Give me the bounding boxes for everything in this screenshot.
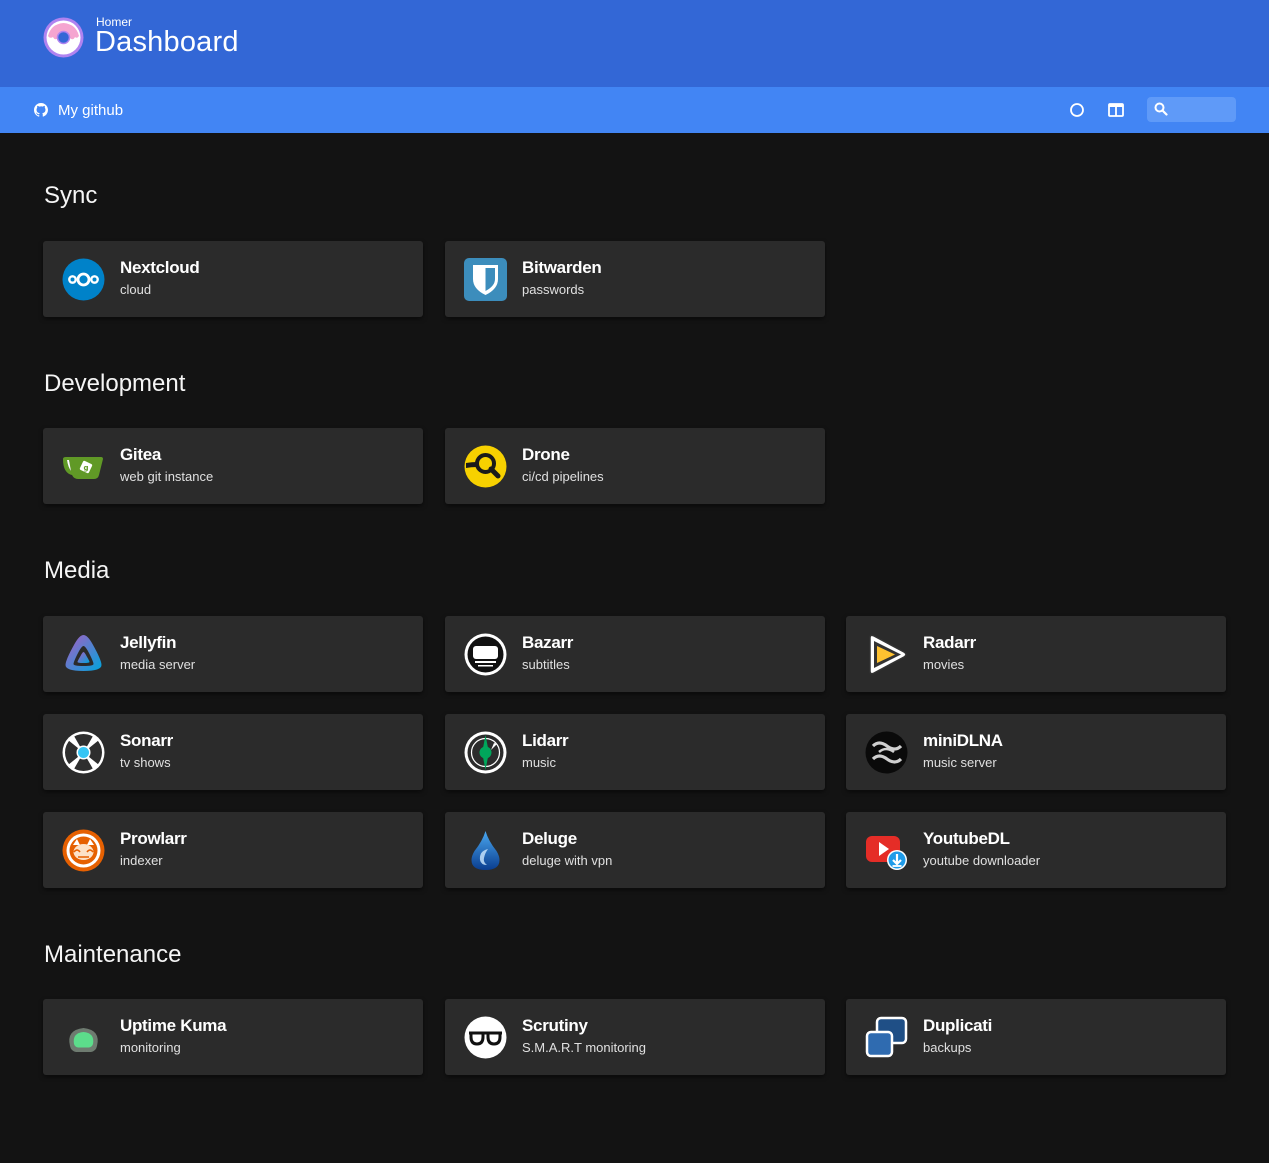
- sonarr-icon: [62, 731, 105, 774]
- service-name: Duplicati: [923, 1016, 993, 1035]
- service-name: Deluge: [522, 829, 577, 848]
- bazarr-icon: [464, 633, 507, 676]
- bitwarden-icon: [464, 258, 507, 301]
- duplicati-icon: [865, 1016, 908, 1059]
- github-link-label: My github: [58, 101, 124, 119]
- service-name: Bazarr: [522, 633, 574, 652]
- group-title-maintenance: Maintenance: [44, 941, 182, 968]
- search-box[interactable]: [1147, 97, 1236, 122]
- lidarr-icon: [464, 731, 507, 774]
- service-subtitle: media server: [120, 657, 196, 672]
- service-card-youtubedl[interactable]: YoutubeDL youtube downloader: [846, 812, 1226, 888]
- service-name: Sonarr: [120, 731, 173, 750]
- svg-text:g: g: [83, 464, 88, 472]
- service-card-jellyfin[interactable]: Jellyfin media server: [43, 616, 423, 692]
- youtubedl-icon: [865, 829, 908, 872]
- service-card-bazarr[interactable]: Bazarr subtitles: [445, 616, 825, 692]
- group-title-development: Development: [44, 370, 186, 397]
- service-card-deluge[interactable]: Deluge deluge with vpn: [445, 812, 825, 888]
- circle-icon: [1070, 103, 1084, 117]
- service-card-sonarr[interactable]: Sonarr tv shows: [43, 714, 423, 790]
- service-name: Uptime Kuma: [120, 1016, 227, 1035]
- service-subtitle: passwords: [522, 282, 585, 297]
- prowlarr-icon: [62, 829, 105, 872]
- service-card-duplicati[interactable]: Duplicati backups: [846, 999, 1226, 1075]
- uptime-kuma-icon: [62, 1016, 105, 1059]
- github-link[interactable]: My github: [34, 87, 123, 133]
- columns-icon: [1108, 103, 1124, 117]
- service-name: Lidarr: [522, 731, 569, 750]
- service-subtitle: music: [522, 755, 556, 770]
- service-subtitle: web git instance: [120, 469, 214, 484]
- drone-icon: [464, 445, 507, 488]
- service-name: Gitea: [120, 445, 162, 464]
- group-title-sync: Sync: [44, 182, 98, 209]
- service-card-nextcloud[interactable]: Nextcloud cloud: [43, 241, 423, 317]
- service-card-prowlarr[interactable]: Prowlarr indexer: [43, 812, 423, 888]
- search-icon: [1154, 102, 1168, 116]
- service-card-scrutiny[interactable]: Scrutiny S.M.A.R.T monitoring: [445, 999, 825, 1075]
- service-subtitle: tv shows: [120, 755, 171, 770]
- service-name: miniDLNA: [923, 731, 1003, 750]
- service-name: Drone: [522, 445, 570, 464]
- service-name: Jellyfin: [120, 633, 177, 652]
- minidlna-icon: [865, 731, 908, 774]
- service-name: Radarr: [923, 633, 977, 652]
- service-card-bitwarden[interactable]: Bitwarden passwords: [445, 241, 825, 317]
- service-name: Scrutiny: [522, 1016, 588, 1035]
- service-subtitle: backups: [923, 1040, 972, 1055]
- service-name: Bitwarden: [522, 258, 602, 277]
- service-card-gitea[interactable]: g Gitea web git instance: [43, 428, 423, 504]
- service-subtitle: indexer: [120, 853, 163, 868]
- group-title-media: Media: [44, 557, 110, 584]
- service-name: YoutubeDL: [923, 829, 1010, 848]
- service-subtitle: movies: [923, 657, 965, 672]
- service-card-drone[interactable]: Drone ci/cd pipelines: [445, 428, 825, 504]
- service-name: Nextcloud: [120, 258, 200, 277]
- nextcloud-icon: [62, 258, 105, 301]
- service-subtitle: monitoring: [120, 1040, 181, 1055]
- gitea-icon: g: [62, 445, 105, 488]
- service-card-lidarr[interactable]: Lidarr music: [445, 714, 825, 790]
- service-subtitle: music server: [923, 755, 997, 770]
- search-input[interactable]: [1173, 97, 1233, 122]
- service-subtitle: cloud: [120, 282, 152, 297]
- service-subtitle: youtube downloader: [923, 853, 1041, 868]
- service-subtitle: ci/cd pipelines: [522, 469, 604, 484]
- radarr-icon: [865, 633, 908, 676]
- service-subtitle: subtitles: [522, 657, 570, 672]
- service-card-radarr[interactable]: Radarr movies: [846, 616, 1226, 692]
- service-card-minidlna[interactable]: miniDLNA music server: [846, 714, 1226, 790]
- page-title: Dashboard: [95, 26, 239, 58]
- service-subtitle: S.M.A.R.T monitoring: [522, 1040, 647, 1055]
- scrutiny-icon: [464, 1016, 507, 1059]
- donut-logo-icon: [42, 16, 85, 59]
- layout-toggle-button[interactable]: [1106, 100, 1126, 120]
- jellyfin-icon: [62, 633, 105, 676]
- app-header: Homer Dashboard: [0, 0, 1269, 87]
- navbar: My github: [0, 87, 1269, 133]
- github-icon: [34, 103, 48, 117]
- theme-toggle-button[interactable]: [1067, 100, 1087, 120]
- service-name: Prowlarr: [120, 829, 187, 848]
- service-card-uptime-kuma[interactable]: Uptime Kuma monitoring: [43, 999, 423, 1075]
- service-subtitle: deluge with vpn: [522, 853, 613, 868]
- deluge-icon: [464, 829, 507, 872]
